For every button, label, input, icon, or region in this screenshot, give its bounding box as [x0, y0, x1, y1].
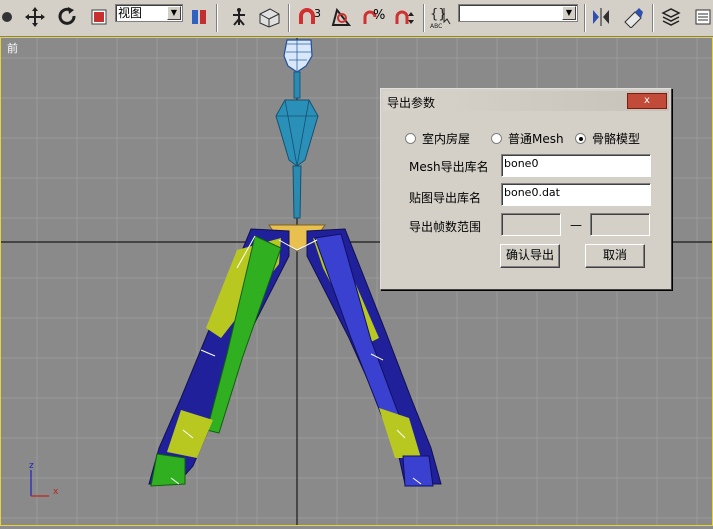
- frame-end-field[interactable]: [590, 213, 650, 236]
- named-selection-icon[interactable]: {} ABC: [428, 4, 454, 30]
- close-icon: x: [644, 95, 650, 106]
- named-selection-select[interactable]: ▼: [458, 4, 578, 22]
- rotate-icon[interactable]: [54, 4, 80, 30]
- radio-mesh-label: 普通Mesh: [508, 132, 564, 146]
- dialog-titlebar[interactable]: 导出参数 x: [383, 91, 669, 111]
- close-button[interactable]: x: [627, 93, 667, 109]
- axis-z-label: z: [29, 461, 34, 471]
- radio-skeleton-indicator[interactable]: [575, 133, 586, 144]
- confirm-export-button[interactable]: 确认导出: [500, 244, 560, 268]
- frame-start-field[interactable]: [501, 213, 561, 236]
- layers-icon[interactable]: [658, 4, 684, 30]
- spinner-snap-icon[interactable]: [392, 4, 418, 30]
- radio-mesh-indicator[interactable]: [491, 133, 502, 144]
- manipulate-icon[interactable]: [226, 4, 252, 30]
- main-toolbar: 视图 ▼ 3 % {} ABC ▼: [0, 0, 713, 37]
- export-params-dialog: 导出参数 x 室内房屋 普通Mesh 骨骼模型 Mesh导出库名 bone0 贴…: [380, 88, 672, 290]
- radio-room-label: 室内房屋: [422, 132, 471, 146]
- svg-text:ABC: ABC: [430, 23, 442, 30]
- move-icon[interactable]: [22, 4, 48, 30]
- radio-room-indicator[interactable]: [405, 133, 416, 144]
- angle-snap-icon[interactable]: [328, 4, 354, 30]
- mesh-export-value: bone0: [504, 157, 539, 170]
- dialog-title: 导出参数: [387, 96, 436, 110]
- snap-mode-label: 3: [314, 7, 321, 20]
- pivot-icon[interactable]: [186, 4, 212, 30]
- snap-icon[interactable]: 3: [296, 4, 322, 30]
- align-icon[interactable]: [620, 4, 646, 30]
- chevron-down-icon[interactable]: ▼: [562, 6, 576, 20]
- mesh-export-label: Mesh导出库名: [409, 160, 489, 174]
- texture-export-label: 贴图导出库名: [409, 191, 482, 205]
- graph-icon[interactable]: [690, 4, 713, 30]
- keyboard-icon[interactable]: [256, 4, 282, 30]
- mirror-icon[interactable]: [588, 4, 614, 30]
- select-icon[interactable]: [0, 4, 20, 30]
- toolbar-divider: [423, 4, 425, 32]
- scale-icon[interactable]: [86, 4, 112, 30]
- radio-skeleton-label: 骨骼模型: [592, 132, 641, 146]
- toolbar-divider: [216, 4, 218, 32]
- toolbar-divider: [652, 4, 654, 32]
- cancel-button[interactable]: 取消: [585, 244, 645, 268]
- viewport-label[interactable]: 前: [7, 40, 18, 56]
- frame-range-dash: —: [570, 218, 582, 232]
- radio-mesh[interactable]: 普通Mesh: [491, 130, 564, 147]
- reference-coord-value: 视图: [118, 6, 143, 20]
- percent-snap-icon[interactable]: %: [360, 4, 386, 30]
- toolbar-divider: [288, 4, 290, 32]
- axis-tripod: z x: [29, 461, 59, 497]
- radio-room[interactable]: 室内房屋: [405, 130, 470, 147]
- mesh-export-field[interactable]: bone0: [501, 154, 651, 177]
- frame-range-label: 导出帧数范围: [409, 220, 482, 234]
- reference-coord-select[interactable]: 视图 ▼: [115, 4, 183, 22]
- svg-text:%: %: [373, 8, 385, 23]
- texture-export-value: bone0.dat: [504, 186, 560, 199]
- radio-skeleton[interactable]: 骨骼模型: [575, 130, 640, 147]
- chevron-down-icon[interactable]: ▼: [167, 6, 181, 20]
- toolbar-divider: [584, 4, 586, 32]
- texture-export-field[interactable]: bone0.dat: [501, 183, 651, 206]
- axis-x-label: x: [53, 487, 59, 497]
